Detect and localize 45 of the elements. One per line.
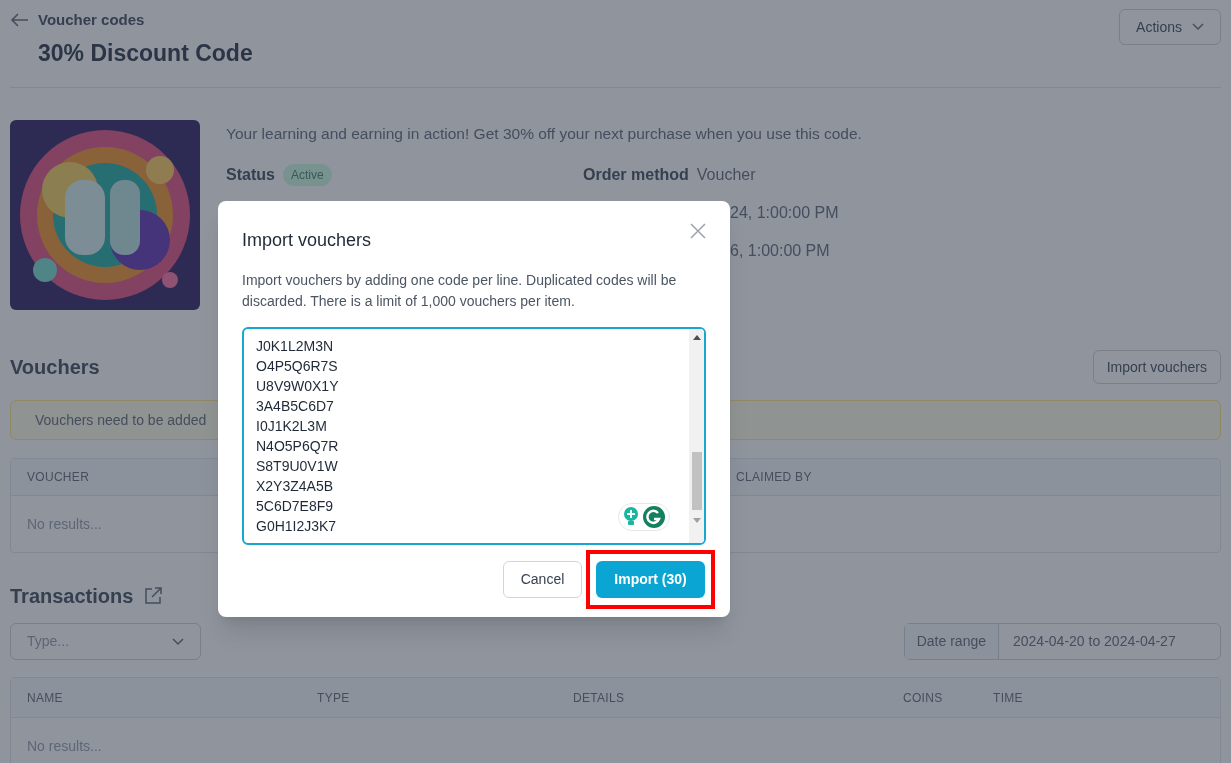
import-button[interactable]: Import (30) xyxy=(596,561,705,598)
back-link[interactable]: Voucher codes xyxy=(38,9,145,32)
dialog-title: Import vouchers xyxy=(242,229,372,252)
status-label: Status xyxy=(226,165,275,186)
code-line: 3A4B5C6D7 xyxy=(256,397,334,416)
section-heading: Vouchers xyxy=(10,355,100,380)
scrollbar-thumb[interactable] xyxy=(691,452,702,510)
actions-button[interactable]: Actions xyxy=(1119,9,1221,45)
column-header: TIME xyxy=(993,689,1024,707)
section-heading: Transactions xyxy=(10,584,134,609)
chevron-down-icon xyxy=(1192,23,1204,31)
date-value: 6, 1:00:00 PM xyxy=(730,241,831,262)
column-header: COINS xyxy=(903,689,944,707)
codes-field[interactable]: J0K1L2M3N O4P5Q6R7S U8V9W0X1Y 3A4B5C6D7 I0J1K2L3M N4O5P6Q7R S8T9U0V1W X2Y3Z4A5B 5C6D7E8F9 G0H1I2J3K7 xyxy=(242,327,706,545)
code-line: I0J1K2L3M xyxy=(256,417,327,436)
code-line: U8V9W0X1Y xyxy=(256,377,339,396)
code-line: X2Y3Z4A5B xyxy=(256,477,334,496)
scrollbar[interactable] xyxy=(689,329,704,543)
external-link-icon[interactable] xyxy=(143,586,164,606)
grammar-checker-icon[interactable] xyxy=(643,506,665,528)
import-vouchers-button[interactable]: Import vouchers xyxy=(1092,350,1221,384)
scroll-down-icon[interactable] xyxy=(692,518,701,523)
code-line: N4O5P6Q7R xyxy=(256,437,339,456)
code-line: G0H1I2J3K7 xyxy=(256,517,337,536)
scroll-up-icon[interactable] xyxy=(692,335,701,340)
chevron-down-icon xyxy=(172,637,184,646)
code-line: J0K1L2M3N xyxy=(256,337,334,356)
description-text: Your learning and earning in action! Get 30% off your next purchase when you use this code. xyxy=(226,124,862,144)
dialog-description: Import vouchers by adding one code per line. Duplicated codes will be discarded. There is a limit of 1,000 vouchers per item. xyxy=(242,271,678,311)
column-header: TYPE xyxy=(317,689,351,707)
status-badge: Active xyxy=(282,164,332,187)
code-line: S8T9U0V1W xyxy=(256,457,338,476)
order-method-value: Voucher xyxy=(696,165,756,186)
date-value: 24, 1:00:00 PM xyxy=(730,203,840,224)
column-header: DETAILS xyxy=(573,689,626,707)
cancel-button[interactable]: Cancel xyxy=(503,561,582,598)
page-title: 30% Discount Code xyxy=(38,38,253,68)
column-header: CLAIMED BY xyxy=(736,469,812,486)
order-method-label: Order method xyxy=(583,165,689,186)
close-icon[interactable] xyxy=(690,223,706,239)
code-line: O4P5Q6R7S xyxy=(256,357,338,376)
code-line: 5C6D7E8F9 xyxy=(256,497,334,516)
back-arrow-icon[interactable] xyxy=(10,12,30,29)
column-header: NAME xyxy=(27,689,64,707)
lightbulb-icon[interactable] xyxy=(623,507,639,527)
